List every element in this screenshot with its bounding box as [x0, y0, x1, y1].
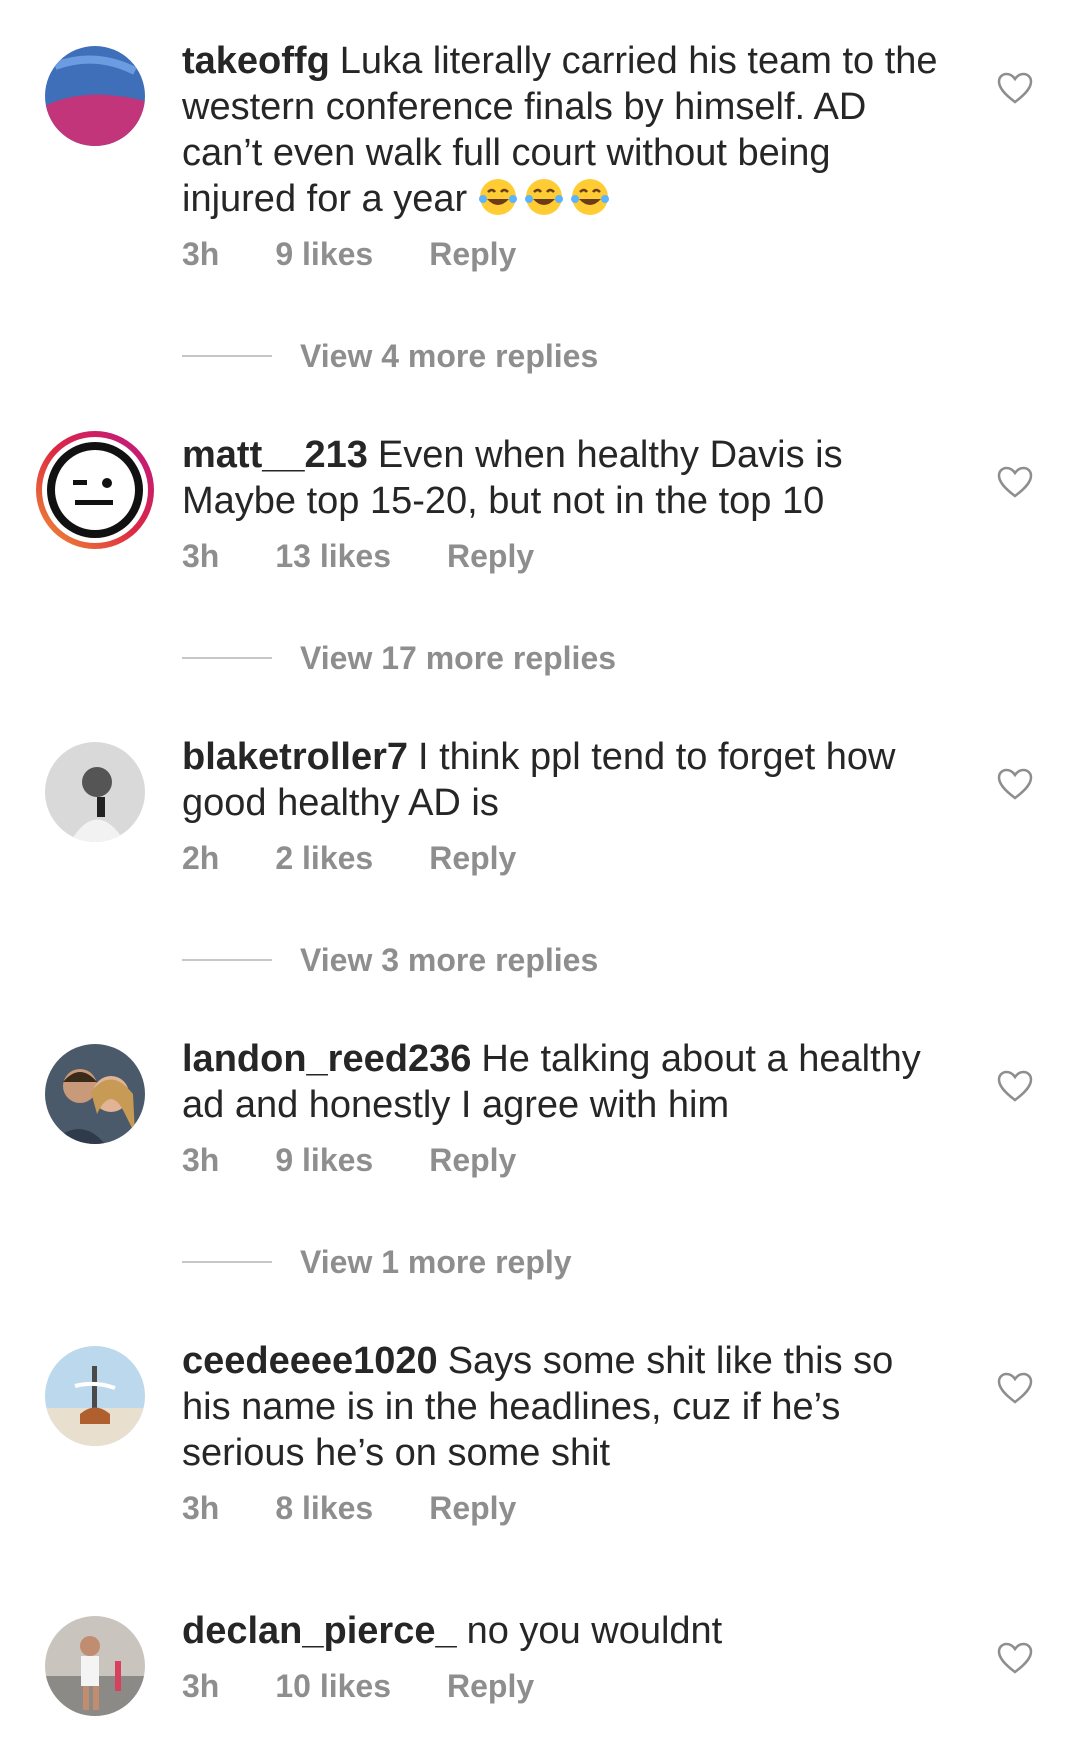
reply-button[interactable]: Reply	[447, 538, 534, 575]
comment-text-block: takeoffg Luka literally carried his team …	[182, 38, 942, 222]
comment-body: blaketroller7 I think ppl tend to forget …	[182, 734, 942, 880]
comment-text-block: matt__213 Even when healthy Davis is Mayb…	[182, 432, 942, 524]
divider-line	[182, 657, 272, 659]
comment-body: takeoffg Luka literally carried his team …	[182, 38, 942, 276]
avatar[interactable]	[45, 46, 145, 146]
comment-time: 3h	[182, 1668, 220, 1704]
avatar[interactable]	[33, 428, 157, 552]
view-more-replies[interactable]: View 1 more reply	[182, 1242, 572, 1282]
divider-line	[182, 959, 272, 961]
comment-time: 3h	[182, 1142, 220, 1178]
heart-outline-icon[interactable]	[997, 768, 1033, 800]
comment-body: declan_pierce_ no you wouldnt 3h 10 likes R…	[182, 1608, 942, 1708]
comment-body: ceedeeee1020 Says some shit like this so …	[182, 1338, 942, 1530]
divider-line	[182, 355, 272, 357]
view-more-replies[interactable]: View 3 more replies	[182, 940, 598, 980]
comment-meta: 3h 9 likes Reply	[182, 1142, 942, 1182]
comment-likes[interactable]: 9 likes	[275, 1142, 373, 1179]
comment-likes[interactable]: 8 likes	[275, 1490, 373, 1527]
avatar[interactable]	[45, 742, 145, 842]
comment-meta: 3h 8 likes Reply	[182, 1490, 942, 1530]
comment-body: landon_reed236 He talking about a healthy…	[182, 1036, 942, 1182]
avatar[interactable]	[45, 1346, 145, 1446]
comment-meta: 3h 9 likes Reply	[182, 236, 942, 276]
comment-meta: 3h 13 likes Reply	[182, 538, 942, 578]
view-more-replies-label[interactable]: View 1 more reply	[300, 1244, 572, 1281]
heart-outline-icon[interactable]	[997, 1372, 1033, 1404]
heart-outline-icon[interactable]	[997, 1642, 1033, 1674]
comment-time: 3h	[182, 1490, 220, 1526]
comment-meta: 2h 2 likes Reply	[182, 840, 942, 880]
comment-text-block: blaketroller7 I think ppl tend to forget …	[182, 734, 942, 826]
divider-line	[182, 1261, 272, 1263]
view-more-replies-label[interactable]: View 3 more replies	[300, 942, 598, 979]
comment-username[interactable]: matt__213	[182, 434, 368, 476]
view-more-replies[interactable]: View 4 more replies	[182, 336, 598, 376]
avatar[interactable]	[45, 1044, 145, 1144]
comment-username[interactable]: ceedeeee1020	[182, 1340, 438, 1382]
view-more-replies[interactable]: View 17 more replies	[182, 638, 616, 678]
comment-likes[interactable]: 9 likes	[275, 236, 373, 273]
view-more-replies-label[interactable]: View 17 more replies	[300, 640, 616, 677]
comment-likes[interactable]: 2 likes	[275, 840, 373, 877]
comment-username[interactable]: blaketroller7	[182, 736, 408, 778]
heart-outline-icon[interactable]	[997, 72, 1033, 104]
heart-outline-icon[interactable]	[997, 466, 1033, 498]
comment-time: 2h	[182, 840, 220, 876]
comment-body: matt__213 Even when healthy Davis is Mayb…	[182, 432, 942, 578]
reply-button[interactable]: Reply	[429, 1142, 516, 1179]
comment-time: 3h	[182, 538, 220, 574]
comment-username[interactable]: declan_pierce_	[182, 1610, 457, 1652]
comment-username[interactable]: landon_reed236	[182, 1038, 471, 1080]
tears-of-joy-emoji	[478, 178, 616, 220]
comment-text-block: landon_reed236 He talking about a healthy…	[182, 1036, 942, 1128]
comment-likes[interactable]: 10 likes	[275, 1668, 391, 1705]
comment-text: no you wouldnt	[466, 1610, 723, 1652]
comment-likes[interactable]: 13 likes	[275, 538, 391, 575]
reply-button[interactable]: Reply	[429, 1490, 516, 1527]
comment-text-block: declan_pierce_ no you wouldnt	[182, 1608, 942, 1654]
reply-button[interactable]: Reply	[447, 1668, 534, 1705]
reply-button[interactable]: Reply	[429, 840, 516, 877]
avatar[interactable]	[45, 1616, 145, 1716]
comment-meta: 3h 10 likes Reply	[182, 1668, 942, 1708]
comment-time: 3h	[182, 236, 220, 272]
comment-text-block: ceedeeee1020 Says some shit like this so …	[182, 1338, 942, 1476]
reply-button[interactable]: Reply	[429, 236, 516, 273]
view-more-replies-label[interactable]: View 4 more replies	[300, 338, 598, 375]
comment-username[interactable]: takeoffg	[182, 40, 330, 82]
heart-outline-icon[interactable]	[997, 1070, 1033, 1102]
